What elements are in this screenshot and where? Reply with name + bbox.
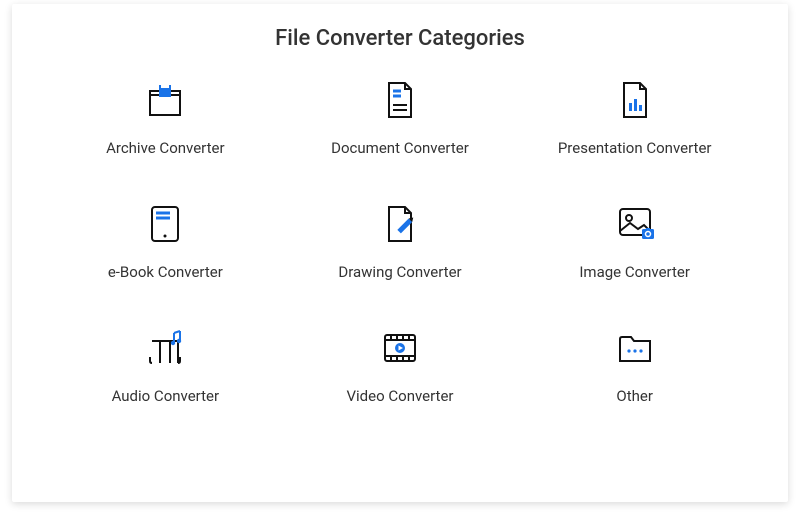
category-label: Document Converter xyxy=(331,139,469,157)
ebook-icon xyxy=(144,203,186,245)
category-drawing-converter[interactable]: Drawing Converter xyxy=(283,203,518,281)
image-icon xyxy=(614,203,656,245)
page-title: File Converter Categories xyxy=(12,26,788,51)
audio-icon xyxy=(144,327,186,369)
category-label: Video Converter xyxy=(346,387,453,405)
category-image-converter[interactable]: Image Converter xyxy=(517,203,752,281)
drawing-icon xyxy=(379,203,421,245)
category-audio-converter[interactable]: Audio Converter xyxy=(48,327,283,405)
video-icon xyxy=(379,327,421,369)
other-icon xyxy=(614,327,656,369)
category-label: Drawing Converter xyxy=(338,263,461,281)
category-label: Audio Converter xyxy=(112,387,219,405)
category-other[interactable]: Other xyxy=(517,327,752,405)
category-label: Presentation Converter xyxy=(558,139,712,157)
converter-categories-panel: File Converter Categories Archive Conver… xyxy=(12,4,788,502)
category-archive-converter[interactable]: Archive Converter xyxy=(48,79,283,157)
document-icon xyxy=(379,79,421,121)
category-document-converter[interactable]: Document Converter xyxy=(283,79,518,157)
archive-icon xyxy=(144,79,186,121)
category-ebook-converter[interactable]: e-Book Converter xyxy=(48,203,283,281)
category-label: Archive Converter xyxy=(106,139,224,157)
category-presentation-converter[interactable]: Presentation Converter xyxy=(517,79,752,157)
category-grid: Archive Converter Document Converter xyxy=(12,79,788,405)
presentation-icon xyxy=(614,79,656,121)
category-label: Other xyxy=(616,387,653,405)
category-video-converter[interactable]: Video Converter xyxy=(283,327,518,405)
category-label: Image Converter xyxy=(579,263,690,281)
category-label: e-Book Converter xyxy=(108,263,223,281)
